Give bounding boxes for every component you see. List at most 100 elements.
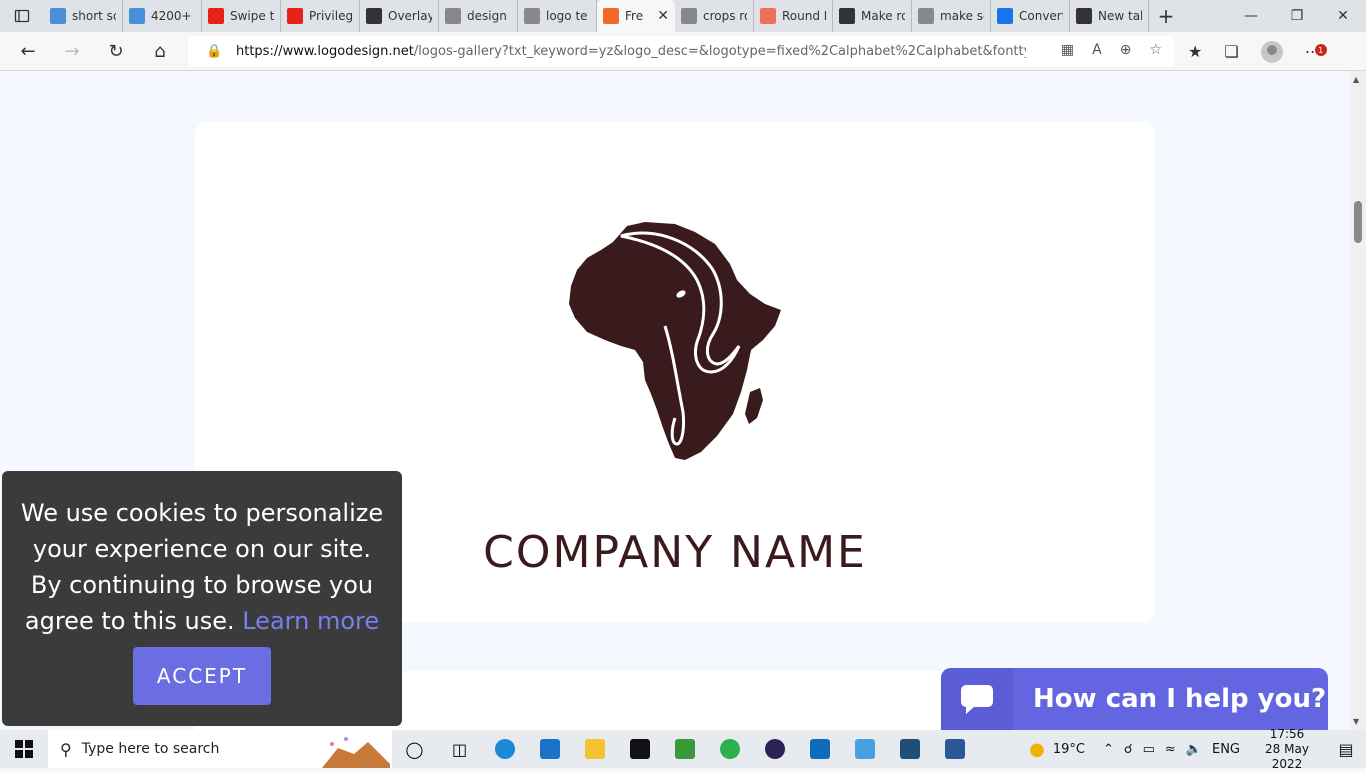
restore-button[interactable]: ❐	[1274, 0, 1320, 32]
convert-icon	[997, 8, 1013, 24]
io-icon	[366, 8, 382, 24]
browser-tools: ★ ❏ ⋯ 1	[1188, 32, 1327, 71]
cortana-icon[interactable]: ◯	[392, 730, 437, 768]
new-tab-button[interactable]: +	[1149, 0, 1183, 32]
taskbar-search[interactable]: ⚲ Type here to search	[48, 730, 392, 768]
tab-6[interactable]: logo te	[518, 0, 597, 32]
tab-0[interactable]: short sc	[44, 0, 123, 32]
tab-label: Round I	[782, 9, 826, 23]
youtube-icon	[287, 8, 303, 24]
tab-label: Swipe to	[230, 9, 274, 23]
learn-more-link[interactable]: Learn more	[242, 607, 379, 635]
tab-actions-icon	[14, 9, 30, 23]
close-window-button[interactable]: ✕	[1320, 0, 1366, 32]
windows-icon	[15, 740, 33, 758]
chat-prompt: How can I help you?	[1033, 684, 1327, 714]
home-button[interactable]: ⌂	[138, 32, 182, 71]
settings-more-icon[interactable]: ⋯ 1	[1305, 42, 1327, 61]
start-button[interactable]	[0, 730, 48, 768]
scroll-down-arrow[interactable]: ▼	[1353, 717, 1359, 726]
system-tray: ● 19°C ⌃ ☌ ▭ ≈ 🔈 ENG 17:56 28 May 2022 ▤	[1029, 727, 1366, 771]
app-available-icon[interactable]: ▦	[1061, 42, 1074, 58]
lock-icon: 🔒	[206, 44, 223, 59]
bing-icon	[50, 8, 66, 24]
wifi-icon[interactable]: ≈	[1165, 742, 1176, 757]
battery-icon[interactable]: ▭	[1143, 742, 1155, 757]
tab-2[interactable]: Swipe to	[202, 0, 281, 32]
tab-3[interactable]: Privilege	[281, 0, 360, 32]
tabs: short sc 4200+ B Swipe to Privilege Overlay d…	[44, 0, 1149, 32]
intellij-icon[interactable]	[617, 730, 662, 768]
scrollbar-thumb[interactable]	[1354, 201, 1362, 243]
tab-label: New tab	[1098, 9, 1142, 23]
tab-1[interactable]: 4200+ B	[123, 0, 202, 32]
mail-icon[interactable]	[527, 730, 572, 768]
app-cube-icon[interactable]	[842, 730, 887, 768]
page-scrollbar[interactable]: ▲ ▼	[1350, 71, 1366, 730]
tab-11[interactable]: make sc	[912, 0, 991, 32]
accept-cookies-button[interactable]: ACCEPT	[133, 647, 271, 705]
search-icon: ⚲	[60, 739, 72, 759]
clock[interactable]: 17:56 28 May 2022	[1248, 727, 1326, 772]
chat-bubble-icon	[941, 668, 1013, 730]
tab-5[interactable]: design t	[439, 0, 518, 32]
mysql-icon[interactable]	[887, 730, 932, 768]
word-icon[interactable]	[932, 730, 977, 768]
tab-9[interactable]: Round I	[754, 0, 833, 32]
africa-elephant-logo	[569, 222, 781, 460]
tab-label: design t	[467, 9, 511, 23]
sync-app-icon[interactable]	[707, 730, 752, 768]
tab-12[interactable]: Convert	[991, 0, 1070, 32]
scroll-up-arrow[interactable]: ▲	[1353, 75, 1359, 84]
tab-strip: short sc 4200+ B Swipe to Privilege Overlay d…	[0, 0, 1366, 32]
language-indicator[interactable]: ENG	[1212, 742, 1240, 757]
weather-temp[interactable]: 19°C	[1053, 742, 1085, 757]
clock-time: 17:56	[1269, 726, 1305, 741]
back-button[interactable]: ←	[6, 32, 50, 71]
notifications-icon[interactable]: ▤	[1326, 740, 1366, 759]
tab-label: logo te	[546, 9, 588, 23]
read-aloud-icon[interactable]: A	[1092, 42, 1102, 58]
windows-taskbar: ⚲ Type here to search ◯ ◫ ● 19°C ⌃ ☌ ▭ ≈…	[0, 727, 1366, 771]
eclipse-icon[interactable]	[752, 730, 797, 768]
notification-badge: 1	[1314, 44, 1327, 56]
search-icon	[918, 8, 934, 24]
file-explorer-icon[interactable]	[572, 730, 617, 768]
cookie-banner: We use cookies to personalize your exper…	[2, 471, 402, 726]
minimize-button[interactable]: —	[1228, 0, 1274, 32]
zoom-icon[interactable]: ⊕	[1120, 42, 1132, 58]
chat-widget[interactable]: How can I help you?	[941, 668, 1328, 730]
collections-icon[interactable]: ❏	[1224, 42, 1238, 61]
profile-avatar[interactable]	[1260, 40, 1283, 63]
task-view-icon[interactable]: ◫	[437, 730, 482, 768]
tab-7[interactable]: Fre ✕	[597, 0, 675, 32]
tab-label: Make ro	[861, 9, 905, 23]
search-icon	[445, 8, 461, 24]
add-favorite-icon[interactable]: ☆	[1149, 42, 1162, 58]
newtab-icon	[1076, 8, 1092, 24]
tab-actions-button[interactable]	[0, 0, 44, 32]
close-tab-icon[interactable]: ✕	[657, 8, 669, 24]
favorites-icon[interactable]: ★	[1188, 42, 1202, 61]
volume-icon[interactable]: 🔈	[1186, 742, 1202, 757]
tab-4[interactable]: Overlay	[360, 0, 439, 32]
address-bar[interactable]: 🔒 https://www.logodesign.net/logos-galle…	[188, 36, 1174, 67]
search-placeholder: Type here to search	[81, 741, 220, 757]
url-icons: ▦ A ⊕ ☆	[1061, 42, 1162, 58]
forward-button[interactable]: →	[50, 32, 94, 71]
refresh-button[interactable]: ↻	[94, 32, 138, 71]
network-icon[interactable]: ☌	[1124, 742, 1133, 757]
weather-icon[interactable]: ●	[1029, 739, 1045, 760]
tab-10[interactable]: Make ro	[833, 0, 912, 32]
tab-label: Convert	[1019, 9, 1063, 23]
url-text: https://www.logodesign.net/logos-gallery…	[236, 44, 1026, 59]
search-highlight-icon	[322, 737, 390, 768]
tab-8[interactable]: crops ro	[675, 0, 754, 32]
tab-label: crops ro	[703, 9, 747, 23]
store-icon[interactable]	[797, 730, 842, 768]
edge-icon[interactable]	[482, 730, 527, 768]
tray-chevron-icon[interactable]: ⌃	[1103, 742, 1114, 757]
tab-label: 4200+ B	[151, 9, 195, 23]
sheets-app-icon[interactable]	[662, 730, 707, 768]
tab-13[interactable]: New tab	[1070, 0, 1149, 32]
